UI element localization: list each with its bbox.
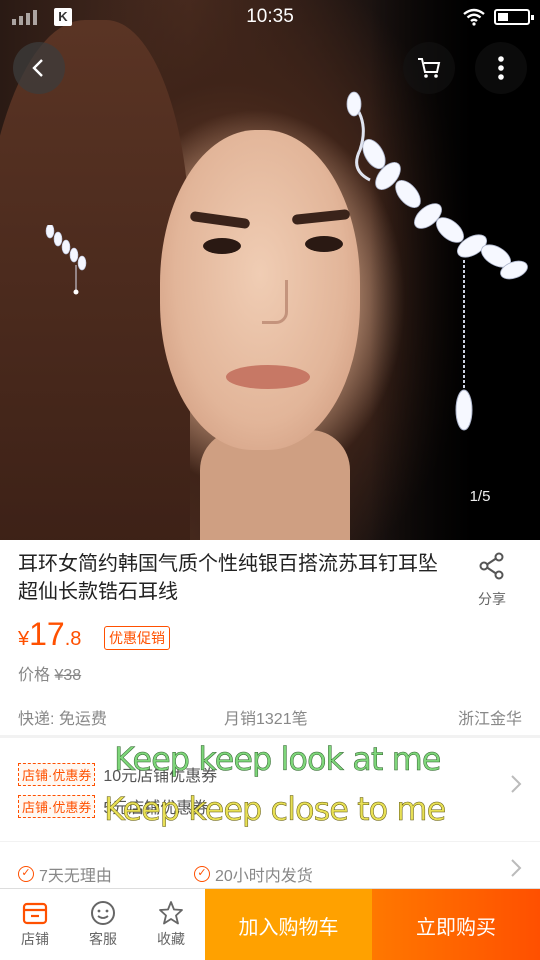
nose-shape [262, 280, 288, 324]
lyric-line-1: Keep keep look at me [114, 740, 442, 779]
product-info: 耳环女简约韩国气质个性纯银百搭流苏耳钉耳坠超仙长款锆石耳线 分享 ¥17.8 优… [0, 540, 540, 735]
promo-tag: 优惠促销 [104, 626, 170, 650]
battery-icon [494, 9, 534, 25]
customer-service-tab[interactable]: 客服 [69, 889, 137, 960]
left-eye [203, 238, 241, 254]
price-integer: 17 [29, 616, 65, 652]
price-symbol: ¥ [18, 628, 30, 650]
favorite-tab[interactable]: 收藏 [137, 889, 205, 960]
cart-icon [418, 58, 441, 78]
chevron-right-icon [511, 775, 522, 793]
shipping-location: 浙江金华 [457, 711, 522, 728]
monthly-sales: 月销1321笔 [224, 711, 308, 728]
share-button[interactable]: 分享 [462, 552, 522, 609]
share-icon [479, 552, 504, 580]
price-decimal: .8 [64, 628, 82, 650]
lips-shape [226, 365, 310, 389]
customer-service-label: 客服 [89, 931, 117, 947]
cart-button[interactable] [403, 42, 455, 94]
coupon-tag: 店铺·优惠券 [18, 762, 96, 786]
ear-jewelry-large [346, 91, 528, 431]
coupon-tag: 店铺·优惠券 [18, 794, 96, 818]
check-circle-icon: ✓ [194, 866, 210, 882]
service-item: ✓ 20小时内发货 [194, 862, 313, 886]
status-time: 10:35 [246, 6, 294, 27]
price: ¥17.8 [18, 616, 81, 653]
store-label: 店铺 [21, 931, 49, 947]
lyric-line-2: Keep keep close to me [104, 790, 447, 829]
bottom-action-bar: 店铺 客服 收藏 加入购物车 立即购买 [0, 888, 540, 960]
buy-now-button[interactable]: 立即购买 [372, 889, 540, 960]
favorite-label: 收藏 [157, 931, 185, 947]
star-icon [159, 901, 183, 925]
service-text: 7天无理由 [39, 868, 112, 885]
store-icon [22, 902, 48, 925]
status-bar: K 10:35 [0, 0, 540, 34]
add-to-cart-button[interactable]: 加入购物车 [205, 889, 372, 960]
original-price: 价格 ¥38 [18, 661, 81, 685]
original-price-value: ¥38 [54, 667, 82, 684]
chevron-right-icon [511, 859, 522, 877]
more-button[interactable] [475, 42, 527, 94]
product-image[interactable]: K 10:35 1/5 [0, 0, 540, 540]
shipping-info: 快递: 免运费 [18, 711, 107, 728]
back-icon [32, 59, 43, 77]
customer-service-icon [91, 901, 115, 925]
image-counter: 1/5 [469, 488, 491, 505]
ear-jewelry-small [45, 225, 87, 295]
back-button[interactable] [13, 42, 65, 94]
more-icon [498, 56, 504, 80]
share-label: 分享 [478, 591, 506, 607]
service-guarantees[interactable]: ✓ 7天无理由 ✓ 20小时内发货 [0, 842, 540, 888]
service-item: ✓ 7天无理由 [18, 862, 112, 886]
product-title: 耳环女简约韩国气质个性纯银百搭流苏耳钉耳坠超仙长款锆石耳线 [18, 553, 438, 603]
original-price-label: 价格 [18, 667, 51, 684]
wifi-icon [463, 8, 485, 26]
service-text: 20小时内发货 [215, 868, 313, 885]
store-tab[interactable]: 店铺 [1, 889, 69, 960]
check-circle-icon: ✓ [18, 866, 34, 882]
